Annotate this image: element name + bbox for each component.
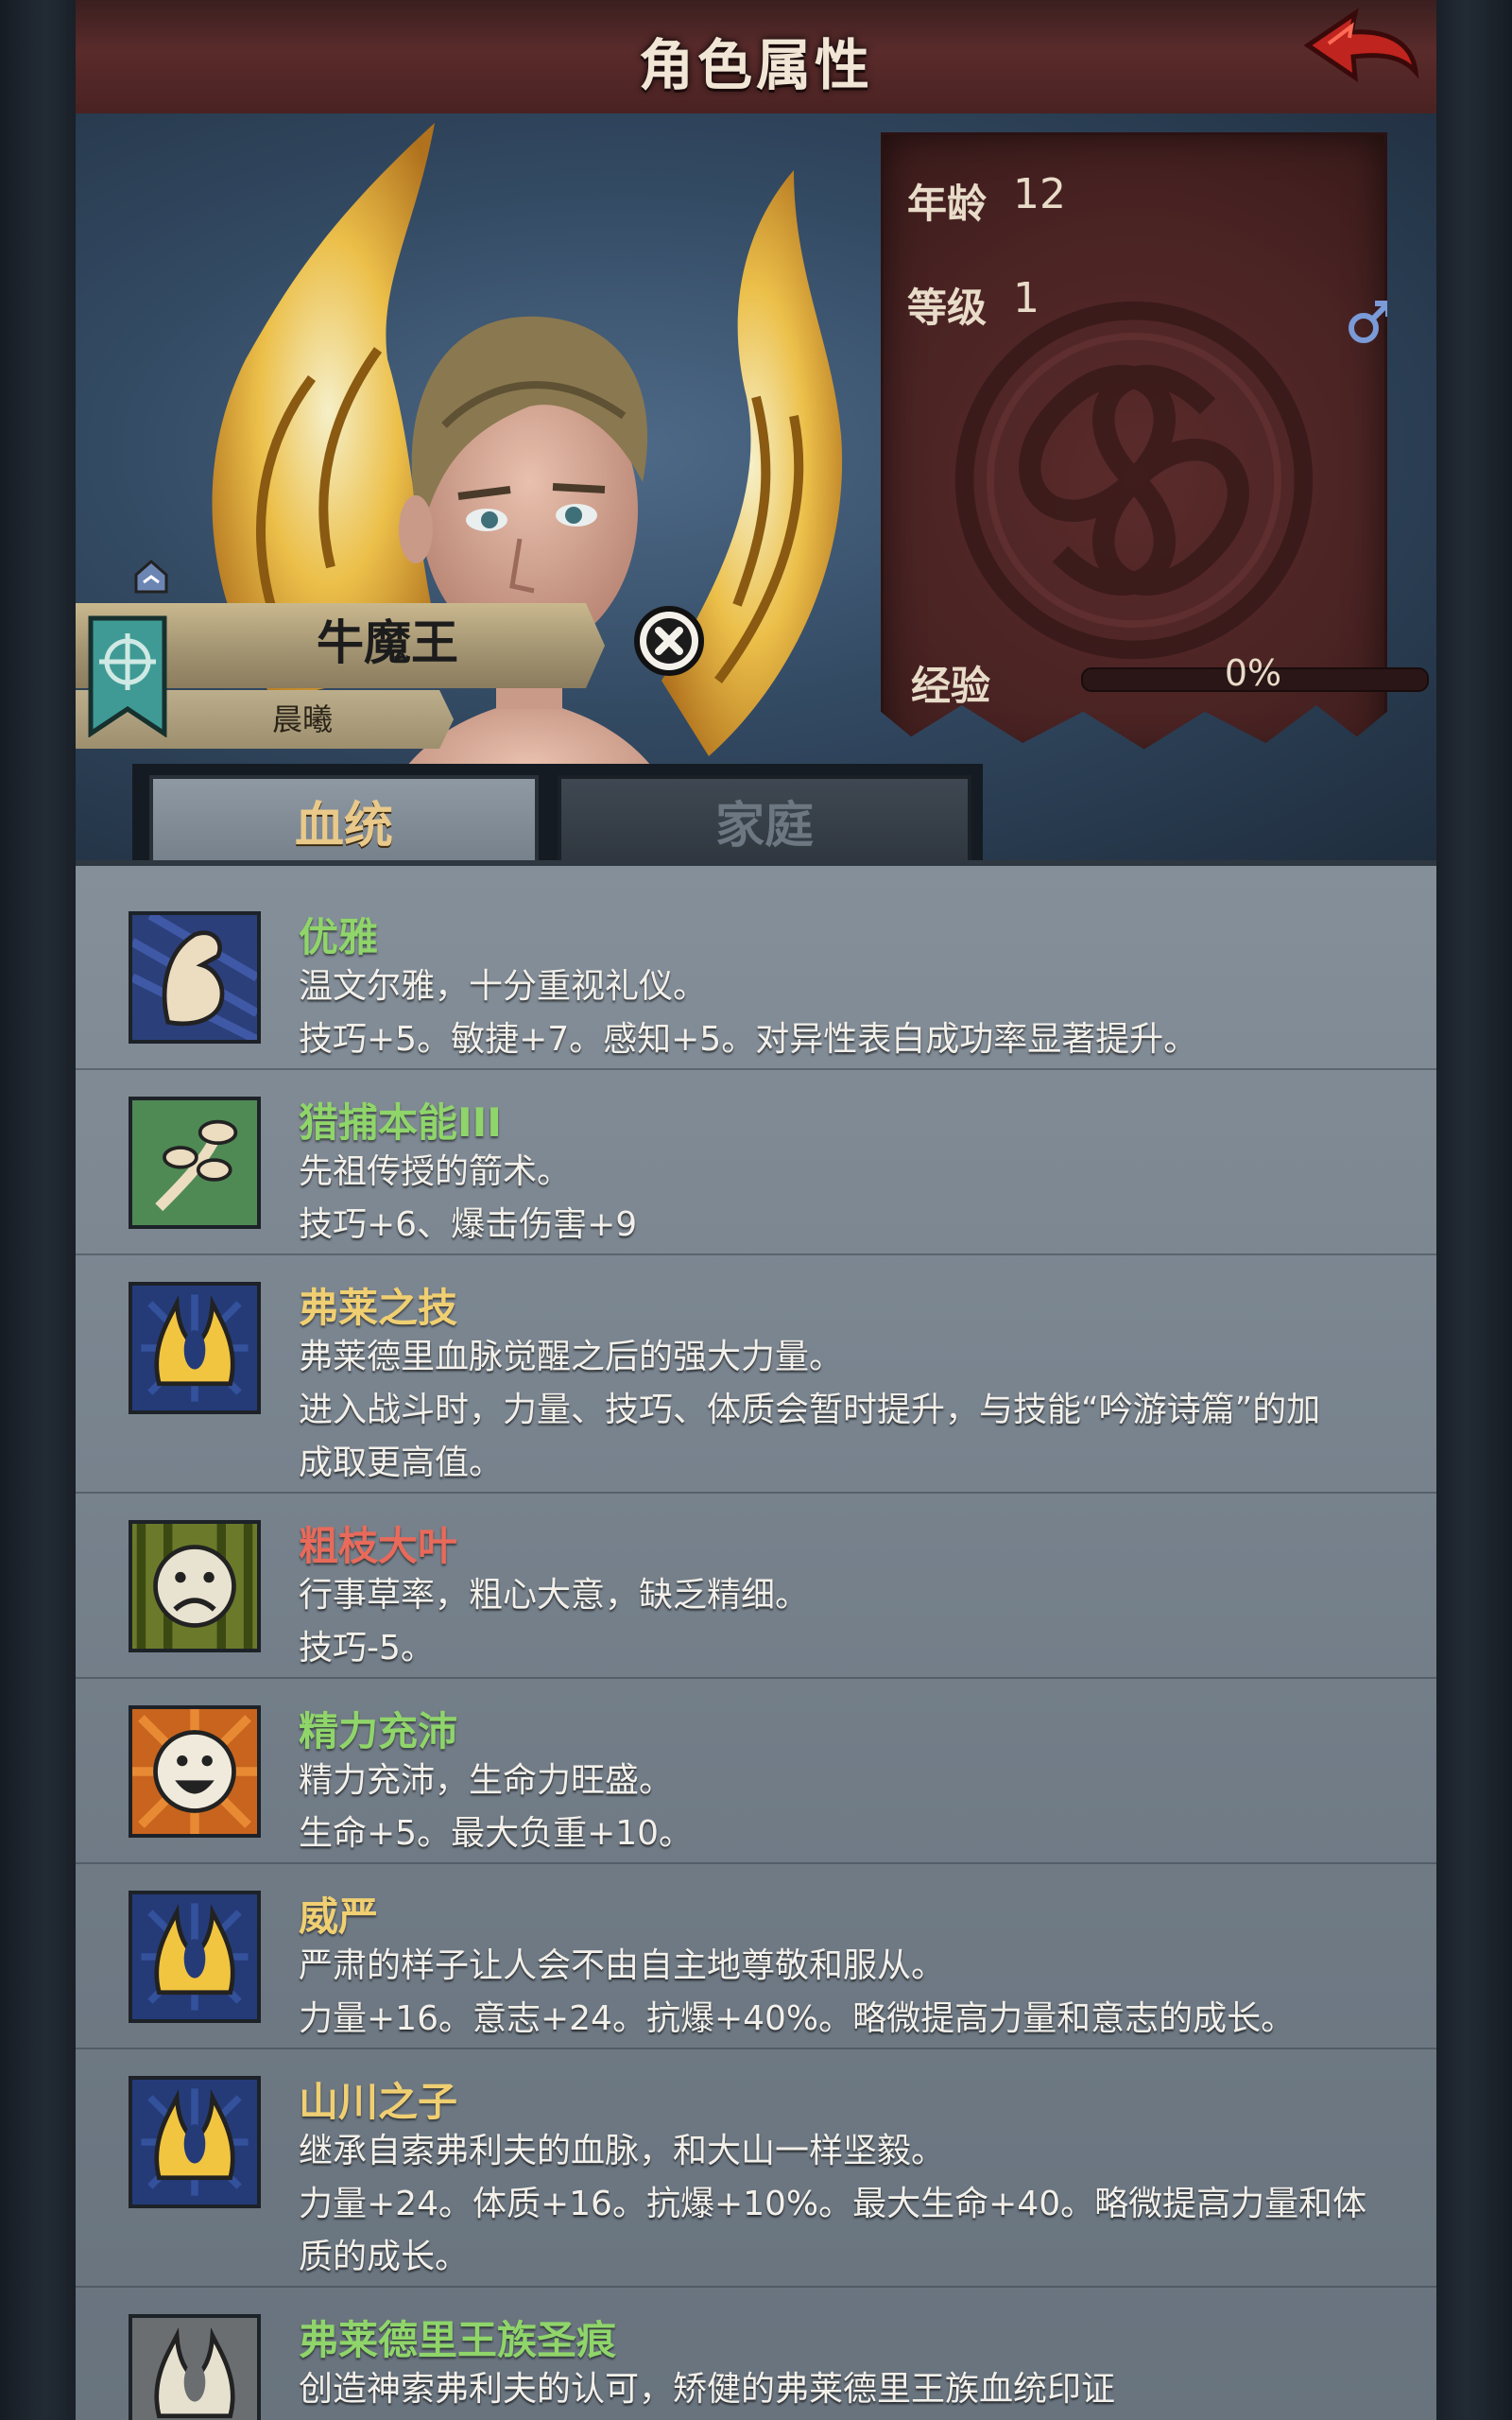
trait-name: 猎捕本能III	[299, 1099, 502, 1146]
header-bar: 角色属性	[76, 0, 1436, 119]
rank-icon	[134, 560, 168, 594]
list-item[interactable]: 猎捕本能III 先祖传授的箭术。 技巧+6、爆击伤害+9	[76, 1083, 1436, 1255]
trait-effect: 质的成长。	[299, 2238, 470, 2276]
happy-face-icon	[129, 1705, 261, 1838]
age-value: 12	[1013, 170, 1066, 218]
left-margin	[0, 0, 76, 2420]
list-item[interactable]: 精力充沛 精力充沛，生命力旺盛。 生命+5。最大负重+10。	[76, 1692, 1436, 1864]
trait-name: 弗莱德里王族圣痕	[299, 2317, 617, 2363]
trait-list: 优雅 温文尔雅，十分重视礼仪。 技巧+5。敏捷+7。感知+5。对异性表白成功率显…	[76, 860, 1436, 2420]
character-title: 晨曦	[271, 701, 333, 737]
back-arrow-icon[interactable]	[1300, 6, 1423, 100]
trait-effect: 技巧-5。	[299, 1629, 435, 1668]
male-icon	[1349, 301, 1387, 343]
trait-name: 粗枝大叶	[299, 1523, 458, 1569]
trait-description: 先祖传授的箭术。	[299, 1152, 572, 1191]
celtic-knot-icon	[954, 301, 1314, 660]
close-icon[interactable]	[631, 603, 707, 679]
trait-name: 精力充沛	[299, 1708, 458, 1754]
silver-flame-icon	[129, 2314, 261, 2420]
leaf-branch-icon	[129, 1097, 261, 1229]
trait-name: 优雅	[299, 914, 379, 960]
trait-effect: 力量+16。意志+24。抗爆+40%。略微提高力量和意志的成长。	[299, 1999, 1296, 2038]
trait-effect: 力量+24。体质+16。抗爆+10%。最大生命+40。略微提高力量和体	[299, 2185, 1367, 2223]
trait-description: 创造神索弗利夫的认可，矫健的弗莱德里王族血统印证	[299, 2370, 1116, 2409]
trait-effect: 进入战斗时，力量、技巧、体质会暂时提升，与技能“吟游诗篇”的加	[299, 1391, 1321, 1429]
trait-description: 温文尔雅，十分重视礼仪。	[299, 967, 708, 1006]
trait-effect: 生命+5。最大负重+10。	[299, 1814, 694, 1853]
trait-description: 弗莱德里血脉觉醒之后的强大力量。	[299, 1338, 844, 1376]
sad-face-icon	[129, 1520, 261, 1652]
age-label: 年龄	[907, 181, 988, 227]
list-item[interactable]: 山川之子 继承自索弗利夫的血脉，和大山一样坚毅。 力量+24。体质+16。抗爆+…	[76, 2063, 1436, 2288]
list-item[interactable]: 弗莱之技 弗莱德里血脉觉醒之后的强大力量。 进入战斗时，力量、技巧、体质会暂时提…	[76, 1269, 1436, 1494]
trait-name: 山川之子	[299, 2079, 458, 2125]
level-label: 等级	[907, 285, 988, 331]
trait-name: 弗莱之技	[299, 1285, 458, 1331]
page-title: 角色属性	[638, 33, 873, 97]
flexed-arm-icon	[129, 911, 261, 1044]
trait-name: 威严	[299, 1893, 379, 1940]
right-margin	[1436, 0, 1512, 2420]
character-screen: 角色属性 牛魔王 晨曦 年龄 12 等级 1 经验 0% 血统 家庭 优雅 温文…	[76, 0, 1436, 2420]
golden-flame-icon	[129, 1891, 261, 2023]
trait-effect: 技巧+6、爆击伤害+9	[299, 1205, 638, 1244]
list-item[interactable]: 弗莱德里王族圣痕 创造神索弗利夫的认可，矫健的弗莱德里王族血统印证	[76, 2301, 1436, 2420]
trait-description: 继承自索弗利夫的血脉，和大山一样坚毅。	[299, 2132, 946, 2170]
exp-value: 0%	[1224, 652, 1282, 694]
list-item[interactable]: 威严 严肃的样子让人会不由自主地尊敬和服从。 力量+16。意志+24。抗爆+40…	[76, 1877, 1436, 2049]
trait-description: 行事草率，粗心大意，缺乏精细。	[299, 1576, 810, 1615]
exp-label: 经验	[911, 663, 991, 709]
trait-effect: 技巧+5。敏捷+7。感知+5。对异性表白成功率显著提升。	[299, 1020, 1198, 1059]
trait-effect: 成取更高值。	[299, 1443, 504, 1482]
golden-flame-icon	[129, 2076, 261, 2208]
clan-flag-icon	[88, 615, 167, 737]
list-item[interactable]: 粗枝大叶 行事草率，粗心大意，缺乏精细。 技巧-5。	[76, 1507, 1436, 1679]
trait-description: 精力充沛，生命力旺盛。	[299, 1761, 674, 1800]
list-item[interactable]: 优雅 温文尔雅，十分重视礼仪。 技巧+5。敏捷+7。感知+5。对异性表白成功率显…	[76, 898, 1436, 1070]
golden-flame-icon	[129, 1282, 261, 1414]
trait-description: 严肃的样子让人会不由自主地尊敬和服从。	[299, 1946, 946, 1985]
character-name: 牛魔王	[317, 615, 458, 670]
level-value: 1	[1013, 274, 1040, 322]
